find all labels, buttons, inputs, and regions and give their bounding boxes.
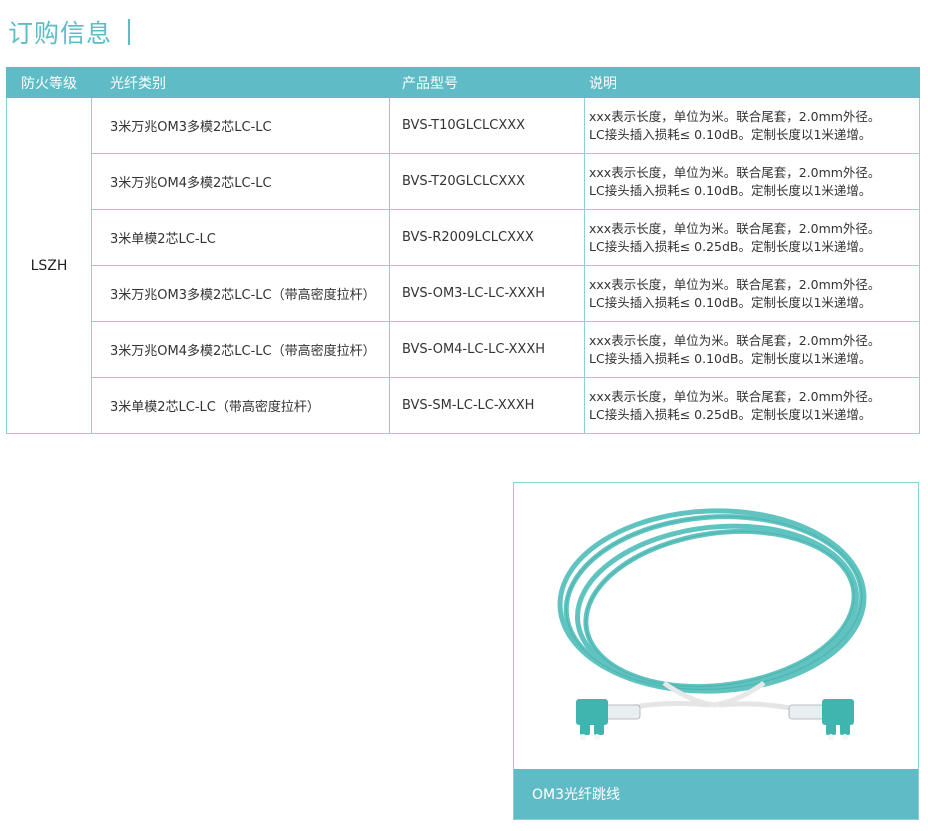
description-line: LC接头插入损耗≤ 0.10dB。定制长度以1米递增。: [589, 126, 872, 142]
model-cell: BVS-SM-LC-LC-XXXH: [389, 377, 585, 434]
page-title: 订购信息: [8, 14, 131, 50]
model-cell: BVS-OM3-LC-LC-XXXH: [389, 265, 585, 322]
description-cell: xxx表示长度，单位为米。联合尾套，2.0mm外径。 LC接头插入损耗≤ 0.1…: [584, 97, 920, 154]
table-row: LSZH 3米万兆OM3多模2芯LC-LC BVS-T10GLCLCXXX xx…: [6, 97, 920, 434]
table-row: 3米万兆OM4多模2芯LC-LC（带高密度拉杆） BVS-OM4-LC-LC-X…: [7, 321, 920, 378]
page-title-text: 订购信息: [8, 19, 113, 48]
model-cell: BVS-OM4-LC-LC-XXXH: [389, 321, 585, 378]
description-cell: xxx表示长度，单位为米。联合尾套，2.0mm外径。 LC接头插入损耗≤ 0.1…: [584, 153, 920, 210]
model-cell: BVS-T20GLCLCXXX: [389, 153, 585, 210]
order-info-table: 防火等级 光纤类别 产品型号 说明 LSZH 3米万兆OM3多模2芯LC-LC …: [6, 67, 920, 434]
header-model: 产品型号: [389, 67, 585, 98]
left-connector-icon: [576, 699, 641, 740]
description-line: xxx表示长度，单位为米。联合尾套，2.0mm外径。: [589, 388, 881, 404]
description-line: LC接头插入损耗≤ 0.10dB。定制长度以1米递增。: [589, 294, 872, 310]
fiber-type-cell: 3米单模2芯LC-LC: [91, 209, 390, 266]
description-cell: xxx表示长度，单位为米。联合尾套，2.0mm外径。 LC接头插入损耗≤ 0.1…: [584, 321, 920, 378]
description-line: xxx表示长度，单位为米。联合尾套，2.0mm外径。: [589, 332, 881, 348]
fiber-patch-cord-image: [557, 508, 867, 740]
description-line: xxx表示长度，单位为米。联合尾套，2.0mm外径。: [589, 276, 881, 292]
description-line: xxx表示长度，单位为米。联合尾套，2.0mm外径。: [589, 164, 881, 180]
table-row: 3米单模2芯LC-LC BVS-R2009LCLCXXX xxx表示长度，单位为…: [7, 209, 920, 266]
fiber-type-cell: 3米万兆OM3多模2芯LC-LC（带高密度拉杆）: [91, 265, 390, 322]
fiber-type-cell: 3米单模2芯LC-LC（带高密度拉杆）: [91, 377, 390, 434]
description-cell: xxx表示长度，单位为米。联合尾套，2.0mm外径。 LC接头插入损耗≤ 0.1…: [584, 265, 920, 322]
table-row: 3米万兆OM4多模2芯LC-LC BVS-T20GLCLCXXX xxx表示长度…: [7, 153, 920, 210]
fiber-type-cell: 3米万兆OM4多模2芯LC-LC: [91, 153, 390, 210]
table-row: 3米万兆OM3多模2芯LC-LC（带高密度拉杆） BVS-OM3-LC-LC-X…: [7, 265, 920, 322]
fiber-type-cell: 3米万兆OM3多模2芯LC-LC: [91, 97, 390, 154]
description-cell: xxx表示长度，单位为米。联合尾套，2.0mm外径。 LC接头插入损耗≤ 0.2…: [584, 209, 920, 266]
description-line: LC接头插入损耗≤ 0.10dB。定制长度以1米递增。: [589, 350, 872, 366]
description-line: LC接头插入损耗≤ 0.10dB。定制长度以1米递增。: [589, 182, 872, 198]
description-cell: xxx表示长度，单位为米。联合尾套，2.0mm外径。 LC接头插入损耗≤ 0.2…: [584, 377, 920, 434]
fiber-type-cell: 3米万兆OM4多模2芯LC-LC（带高密度拉杆）: [91, 321, 390, 378]
header-description: 说明: [584, 67, 920, 98]
photo-caption: OM3光纤跳线: [514, 769, 918, 819]
table-header-row: 防火等级 光纤类别 产品型号 说明: [6, 67, 920, 98]
description-line: LC接头插入损耗≤ 0.25dB。定制长度以1米递增。: [589, 238, 872, 254]
model-cell: BVS-T10GLCLCXXX: [389, 97, 585, 154]
description-line: LC接头插入损耗≤ 0.25dB。定制长度以1米递增。: [589, 406, 872, 422]
table-row: 3米单模2芯LC-LC（带高密度拉杆） BVS-SM-LC-LC-XXXH xx…: [7, 377, 920, 434]
description-line: xxx表示长度，单位为米。联合尾套，2.0mm外径。: [589, 108, 881, 124]
title-divider: [128, 19, 131, 45]
fire-rating-cell: LSZH: [6, 97, 92, 434]
model-cell: BVS-R2009LCLCXXX: [389, 209, 585, 266]
header-fire-rating: 防火等级: [6, 67, 92, 98]
description-line: xxx表示长度，单位为米。联合尾套，2.0mm外径。: [589, 220, 881, 236]
right-connector-icon: [788, 699, 854, 740]
product-photo-card: OM3光纤跳线: [513, 482, 919, 820]
header-fiber-type: 光纤类别: [91, 67, 390, 98]
